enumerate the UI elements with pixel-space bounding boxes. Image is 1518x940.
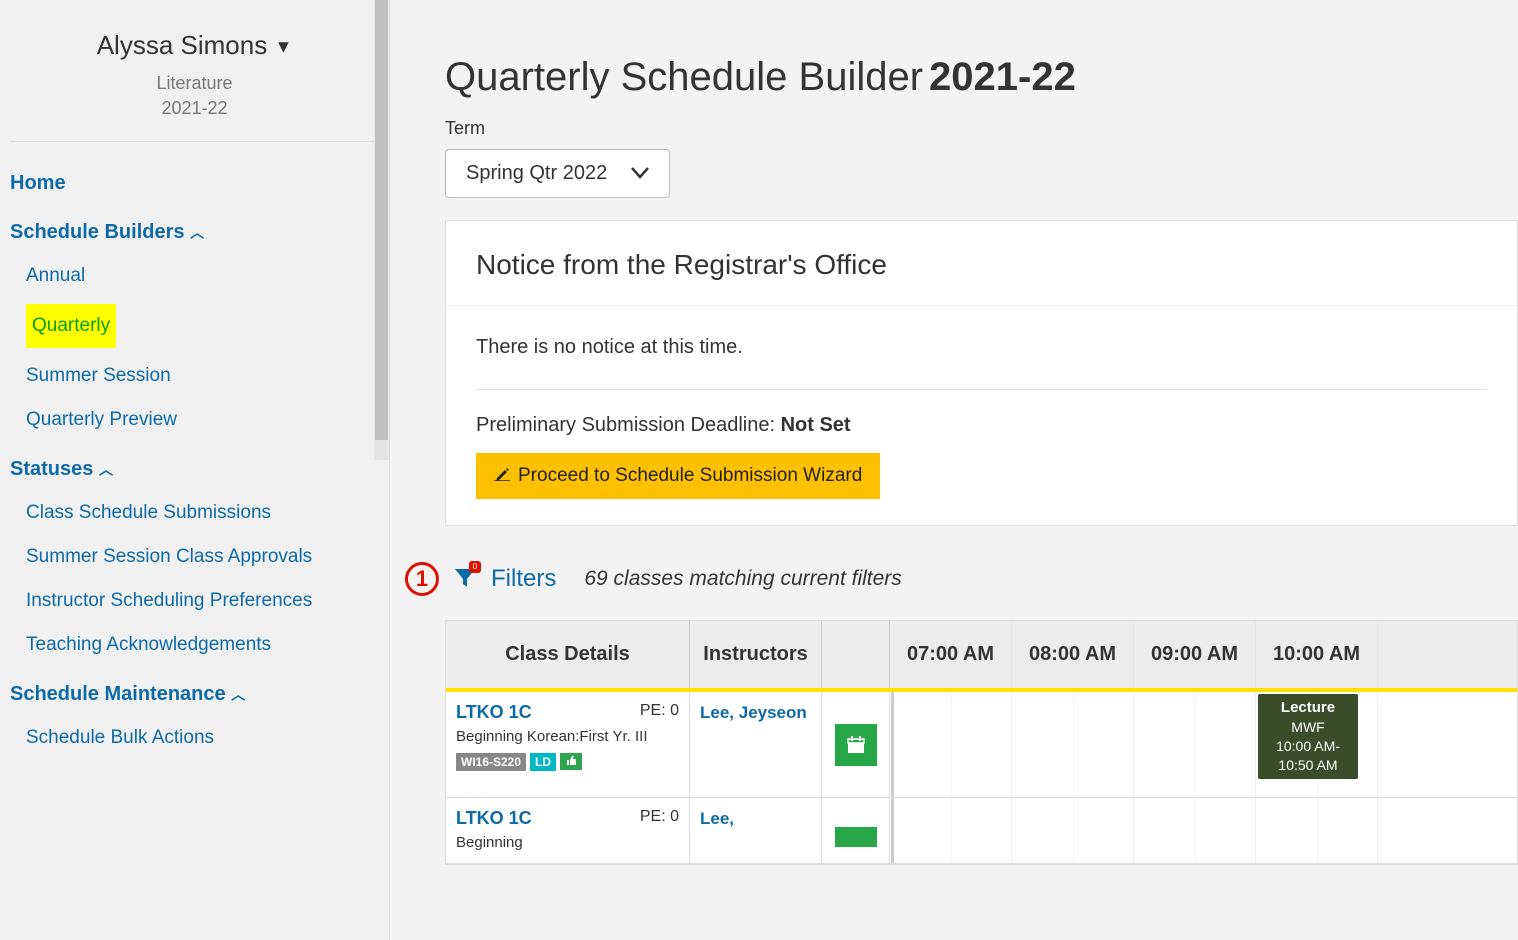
col-header-08: 08:00 AM [1012,621,1134,688]
table-row: LTKO 1C PE: 0 Beginning Korean:First Yr.… [446,692,1517,798]
nav-annual[interactable]: Annual [26,254,379,298]
cell-instructors: Lee, Jeyseon [690,692,822,797]
filters-button[interactable]: 0 [453,565,477,594]
term-label: Term [445,118,1518,139]
calendar-icon [846,735,866,755]
course-subtitle: Beginning Korean:First Yr. III [456,727,679,747]
cell-action [822,692,890,797]
page-title-text: Quarterly Schedule Builder [445,55,923,99]
badge-thumbs-up [560,753,582,770]
deadline-value: Not Set [781,414,851,436]
user-menu[interactable]: Alyssa Simons ▼ [20,30,369,61]
chevron-down-icon [631,162,649,185]
nav-quarterly-preview[interactable]: Quarterly Preview [26,398,379,442]
scrollbar-thumb[interactable] [375,0,388,440]
deadline-prefix: Preliminary Submission Deadline: [476,414,781,436]
col-header-instructors: Instructors [690,621,822,688]
sidebar: ▲ Alyssa Simons ▼ Literature 2021-22 Hom… [0,0,390,940]
nav-schedule-maintenance[interactable]: Schedule Maintenance ︿ [10,673,379,716]
notice-heading: Notice from the Registrar's Office [446,221,1517,306]
event-title: Lecture [1266,698,1350,718]
badge-section: WI16-S220 [456,753,526,771]
nav-teaching-acknowledgements[interactable]: Teaching Acknowledgements [26,623,379,667]
col-header-07: 07:00 AM [890,621,1012,688]
filters-row: 1 0 Filters 69 classes matching current … [405,562,1518,596]
col-header-09: 09:00 AM [1134,621,1256,688]
notice-card: Notice from the Registrar's Office There… [445,220,1518,526]
wizard-icon [494,465,510,487]
table-row: LTKO 1C PE: 0 Beginning Lee, [446,798,1517,864]
event-days: MWF [1266,718,1350,737]
cell-instructors: Lee, [690,798,822,863]
pe-value: PE: 0 [640,702,679,720]
user-year-label: 2021-22 [20,98,369,119]
user-name-label: Alyssa Simons [97,30,268,60]
nav-schedule-builders[interactable]: Schedule Builders ︿ [10,211,379,254]
cell-class-details: LTKO 1C PE: 0 Beginning [446,798,690,863]
course-code-link[interactable]: LTKO 1C [456,808,532,829]
term-select-value: Spring Qtr 2022 [466,162,607,185]
page-title: Quarterly Schedule Builder2021-22 [445,55,1518,100]
chevron-up-icon: ︿ [231,687,245,703]
nav-statuses[interactable]: Statuses ︿ [10,448,379,491]
calendar-button[interactable] [835,724,877,766]
grid-header: Class Details Instructors 07:00 AM 08:00… [446,621,1517,692]
nav-summer-session-class-approvals[interactable]: Summer Session Class Approvals [26,535,379,579]
annotation-marker-1: 1 [405,562,439,596]
col-header-class-details: Class Details [446,621,690,688]
nav-schedule-bulk-actions[interactable]: Schedule Bulk Actions [26,716,379,760]
badge-ld: LD [530,753,556,771]
nav-class-schedule-submissions[interactable]: Class Schedule Submissions [26,491,379,535]
col-header-action [822,621,890,688]
timeline: Lecture MWF 10:00 AM-10:50 AM [890,692,1517,797]
annotation-1-label: 1 [416,566,428,592]
main-content: Quarterly Schedule Builder2021-22 Term S… [390,0,1518,940]
filter-badge: 0 [469,561,481,573]
calendar-button[interactable] [835,827,877,847]
sidebar-scrollbar[interactable]: ▲ [374,0,389,460]
filters-count: 69 classes matching current filters [584,567,901,591]
cell-class-details: LTKO 1C PE: 0 Beginning Korean:First Yr.… [446,692,690,797]
notice-body-text: There is no notice at this time. [476,336,1487,359]
event-lecture[interactable]: Lecture MWF 10:00 AM-10:50 AM [1258,694,1358,779]
deadline-line: Preliminary Submission Deadline: Not Set [476,414,1487,437]
nav-schedule-maintenance-label: Schedule Maintenance [10,683,226,705]
filters-label[interactable]: Filters [491,565,556,593]
nav-instructor-scheduling-preferences[interactable]: Instructor Scheduling Preferences [26,579,379,623]
nav-quarterly[interactable]: Quarterly [26,304,116,348]
user-block: Alyssa Simons ▼ Literature 2021-22 [10,0,379,142]
nav-statuses-label: Statuses [10,458,93,480]
instructor-link[interactable]: Lee, Jeyseon [700,703,807,722]
course-subtitle: Beginning [456,833,679,853]
caret-down-icon: ▼ [274,37,292,57]
pe-value: PE: 0 [640,808,679,826]
col-header-10: 10:00 AM [1256,621,1378,688]
timeline [890,798,1517,863]
cell-action [822,798,890,863]
term-select[interactable]: Spring Qtr 2022 [445,149,670,198]
schedule-grid: Class Details Instructors 07:00 AM 08:00… [445,620,1518,865]
instructor-link[interactable]: Lee, [700,809,734,828]
nav-home[interactable]: Home [10,162,379,205]
nav-schedule-builders-label: Schedule Builders [10,221,185,243]
chevron-up-icon: ︿ [190,225,204,241]
proceed-wizard-button[interactable]: Proceed to Schedule Submission Wizard [476,453,880,499]
chevron-up-icon: ︿ [99,462,113,478]
user-dept-label: Literature [20,73,369,94]
page-title-year: 2021-22 [929,55,1076,99]
nav-summer-session[interactable]: Summer Session [26,354,379,398]
course-code-link[interactable]: LTKO 1C [456,702,532,723]
event-time: 10:00 AM-10:50 AM [1266,737,1350,775]
thumbs-up-icon [565,754,577,766]
proceed-wizard-label: Proceed to Schedule Submission Wizard [518,465,862,487]
